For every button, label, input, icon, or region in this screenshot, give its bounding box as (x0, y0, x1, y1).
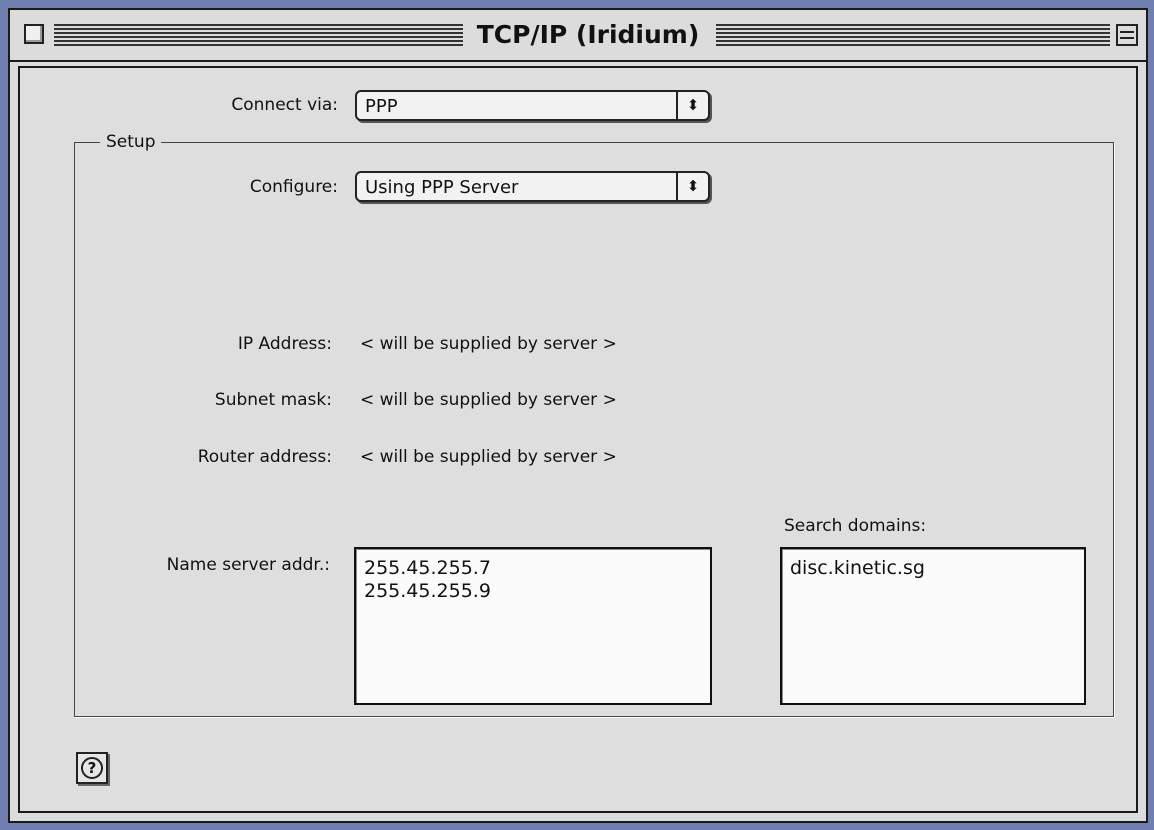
connect-via-popup[interactable]: PPP ⬍ (355, 90, 710, 121)
ip-address-value: < will be supplied by server > (360, 334, 617, 354)
help-button[interactable]: ? (76, 752, 108, 784)
search-domain-entry[interactable]: disc.kinetic.sg (790, 557, 1084, 580)
name-server-entry[interactable]: 255.45.255.9 (364, 580, 710, 603)
updown-arrows-icon: ⬍ (686, 96, 700, 114)
search-domains-list[interactable]: disc.kinetic.sg (780, 547, 1086, 705)
subnet-mask-value: < will be supplied by server > (360, 390, 617, 410)
name-server-list[interactable]: 255.45.255.7 255.45.255.9 (354, 547, 712, 705)
window-content: Connect via: PPP ⬍ Setup Configure: Usin… (18, 66, 1138, 813)
search-domains-label: Search domains: (784, 516, 927, 536)
updown-arrows-icon: ⬍ (686, 177, 700, 195)
connect-via-value: PPP (365, 96, 398, 117)
router-address-label: Router address: (197, 447, 332, 467)
title-stripes-left (54, 24, 464, 46)
configure-label: Configure: (249, 177, 338, 197)
setup-group-title: Setup (100, 132, 162, 152)
window-title: TCP/IP (Iridium) (463, 20, 713, 50)
router-address-value: < will be supplied by server > (360, 447, 617, 467)
connect-via-label: Connect via: (231, 95, 338, 115)
ip-address-label: IP Address: (237, 334, 332, 354)
subnet-mask-label: Subnet mask: (214, 390, 332, 410)
configure-value: Using PPP Server (365, 177, 519, 198)
configure-popup[interactable]: Using PPP Server ⬍ (355, 171, 710, 202)
tcpip-window: TCP/IP (Iridium) Connect via: PPP ⬍ Setu… (8, 8, 1148, 823)
help-icon: ? (81, 757, 103, 779)
name-server-entry[interactable]: 255.45.255.7 (364, 557, 710, 580)
title-bar[interactable]: TCP/IP (Iridium) (10, 10, 1146, 62)
name-server-label: Name server addr.: (166, 555, 330, 575)
zoom-box-icon[interactable] (1116, 24, 1138, 46)
close-box-icon[interactable] (24, 24, 44, 44)
title-stripes-right (716, 24, 1110, 46)
